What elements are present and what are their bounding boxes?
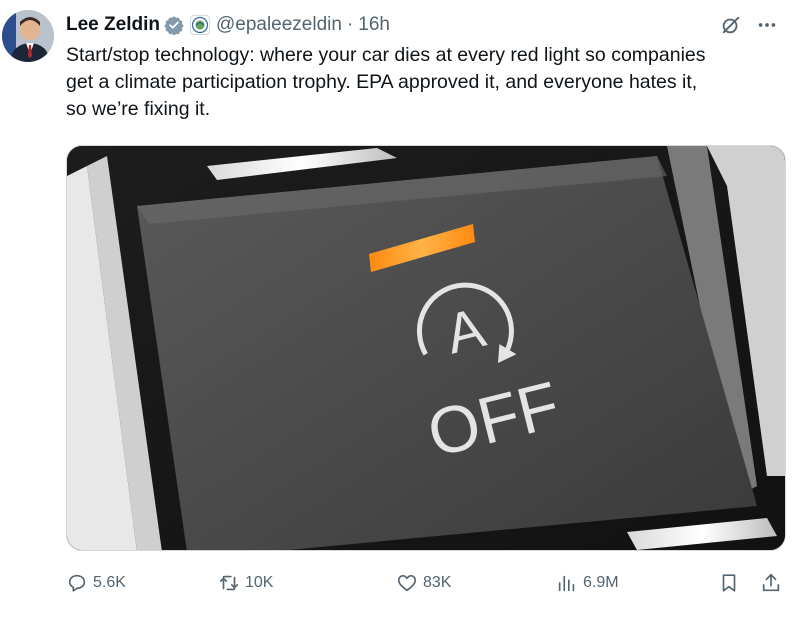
views-icon [558, 575, 575, 592]
tweet-media-image[interactable]: A OFF [66, 145, 786, 551]
author-name[interactable]: Lee Zeldin [66, 14, 160, 36]
grok-icon[interactable] [720, 14, 742, 36]
verified-badge-icon[interactable] [164, 15, 184, 36]
tweet-top-actions [720, 14, 778, 36]
repost-button[interactable]: 10K [218, 568, 273, 598]
tweet-actions: 5.6K 10K 83K 6.9M [66, 568, 790, 598]
reply-icon [68, 574, 86, 592]
views-count: 6.9M [583, 574, 619, 591]
share-icon [762, 573, 780, 592]
separator-dot: · [346, 14, 354, 35]
tweet-text-line: get a climate participation trophy. EPA … [66, 71, 698, 93]
tweet-header: Lee Zeldin @epaleezeldin · 16h [66, 12, 390, 38]
tweet-text: Start/stop technology: where your car di… [66, 42, 786, 123]
tweet-text-line: Start/stop technology: where your car di… [66, 44, 706, 66]
repost-count: 10K [245, 574, 274, 591]
reply-count: 5.6K [93, 574, 126, 591]
bookmark-icon [722, 574, 736, 592]
reply-button[interactable]: 5.6K [66, 568, 126, 598]
bookmark-button[interactable] [718, 568, 745, 598]
tweet-text-line: so we’re fixing it. [66, 98, 211, 120]
more-icon[interactable] [756, 14, 778, 36]
heart-icon [397, 575, 417, 592]
epa-seal-icon[interactable] [189, 15, 210, 35]
repost-icon [219, 575, 239, 591]
share-button[interactable] [760, 568, 787, 598]
like-button[interactable]: 83K [396, 568, 451, 598]
timestamp[interactable]: 16h [358, 14, 390, 36]
views-button[interactable]: 6.9M [556, 568, 619, 598]
like-count: 83K [423, 574, 452, 591]
tweet: Lee Zeldin @epaleezeldin · 16h Start/sto… [0, 0, 800, 626]
author-handle[interactable]: @epaleezeldin [216, 14, 342, 36]
avatar[interactable] [2, 10, 54, 62]
